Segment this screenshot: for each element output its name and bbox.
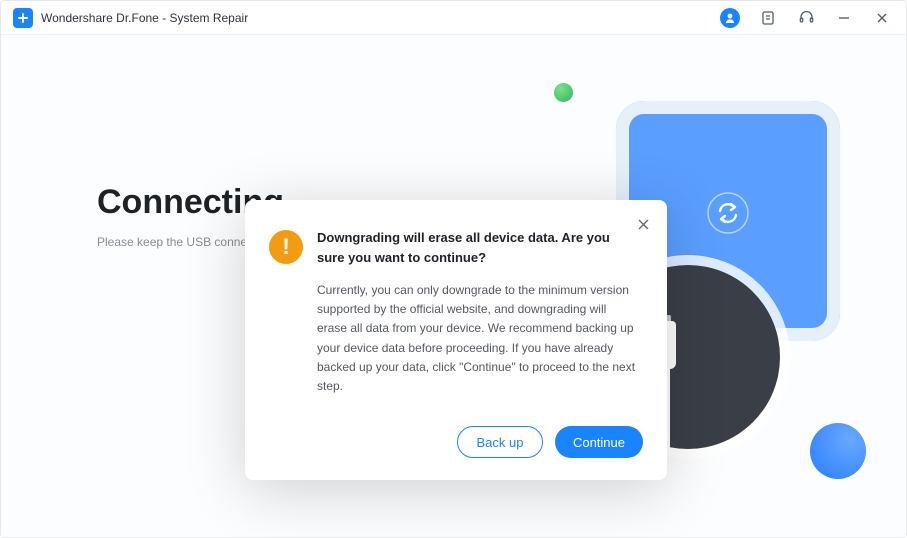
app-logo-icon — [13, 8, 33, 28]
support-button[interactable] — [792, 4, 820, 32]
plus-icon — [17, 12, 29, 24]
decorative-blue-dot — [810, 423, 866, 479]
sync-icon — [704, 189, 752, 237]
titlebar-actions — [716, 4, 896, 32]
close-icon — [876, 12, 888, 24]
headset-icon — [798, 9, 815, 26]
minimize-button[interactable] — [830, 4, 858, 32]
dialog-close-button[interactable] — [633, 214, 653, 234]
dialog-title: Downgrading will erase all device data. … — [317, 228, 643, 267]
titlebar: Wondershare Dr.Fone - System Repair — [1, 1, 906, 35]
user-icon — [720, 8, 740, 28]
dialog-header: ! Downgrading will erase all device data… — [269, 228, 643, 267]
confirm-dialog: ! Downgrading will erase all device data… — [245, 200, 667, 480]
document-icon — [760, 10, 776, 26]
warning-icon: ! — [269, 230, 303, 264]
minimize-icon — [837, 11, 851, 25]
app-title: Wondershare Dr.Fone - System Repair — [41, 11, 716, 25]
person-icon — [724, 12, 736, 24]
account-button[interactable] — [716, 4, 744, 32]
backup-button[interactable]: Back up — [457, 426, 543, 458]
app-window: Wondershare Dr.Fone - System Repair — [0, 0, 907, 538]
dialog-body: Currently, you can only downgrade to the… — [317, 281, 643, 396]
continue-button[interactable]: Continue — [555, 426, 643, 458]
decorative-green-dot — [554, 83, 573, 102]
close-window-button[interactable] — [868, 4, 896, 32]
close-icon — [638, 219, 649, 230]
dialog-actions: Back up Continue — [269, 426, 643, 458]
content-area: Connecting... Please keep the USB connec… — [1, 35, 906, 537]
feedback-button[interactable] — [754, 4, 782, 32]
